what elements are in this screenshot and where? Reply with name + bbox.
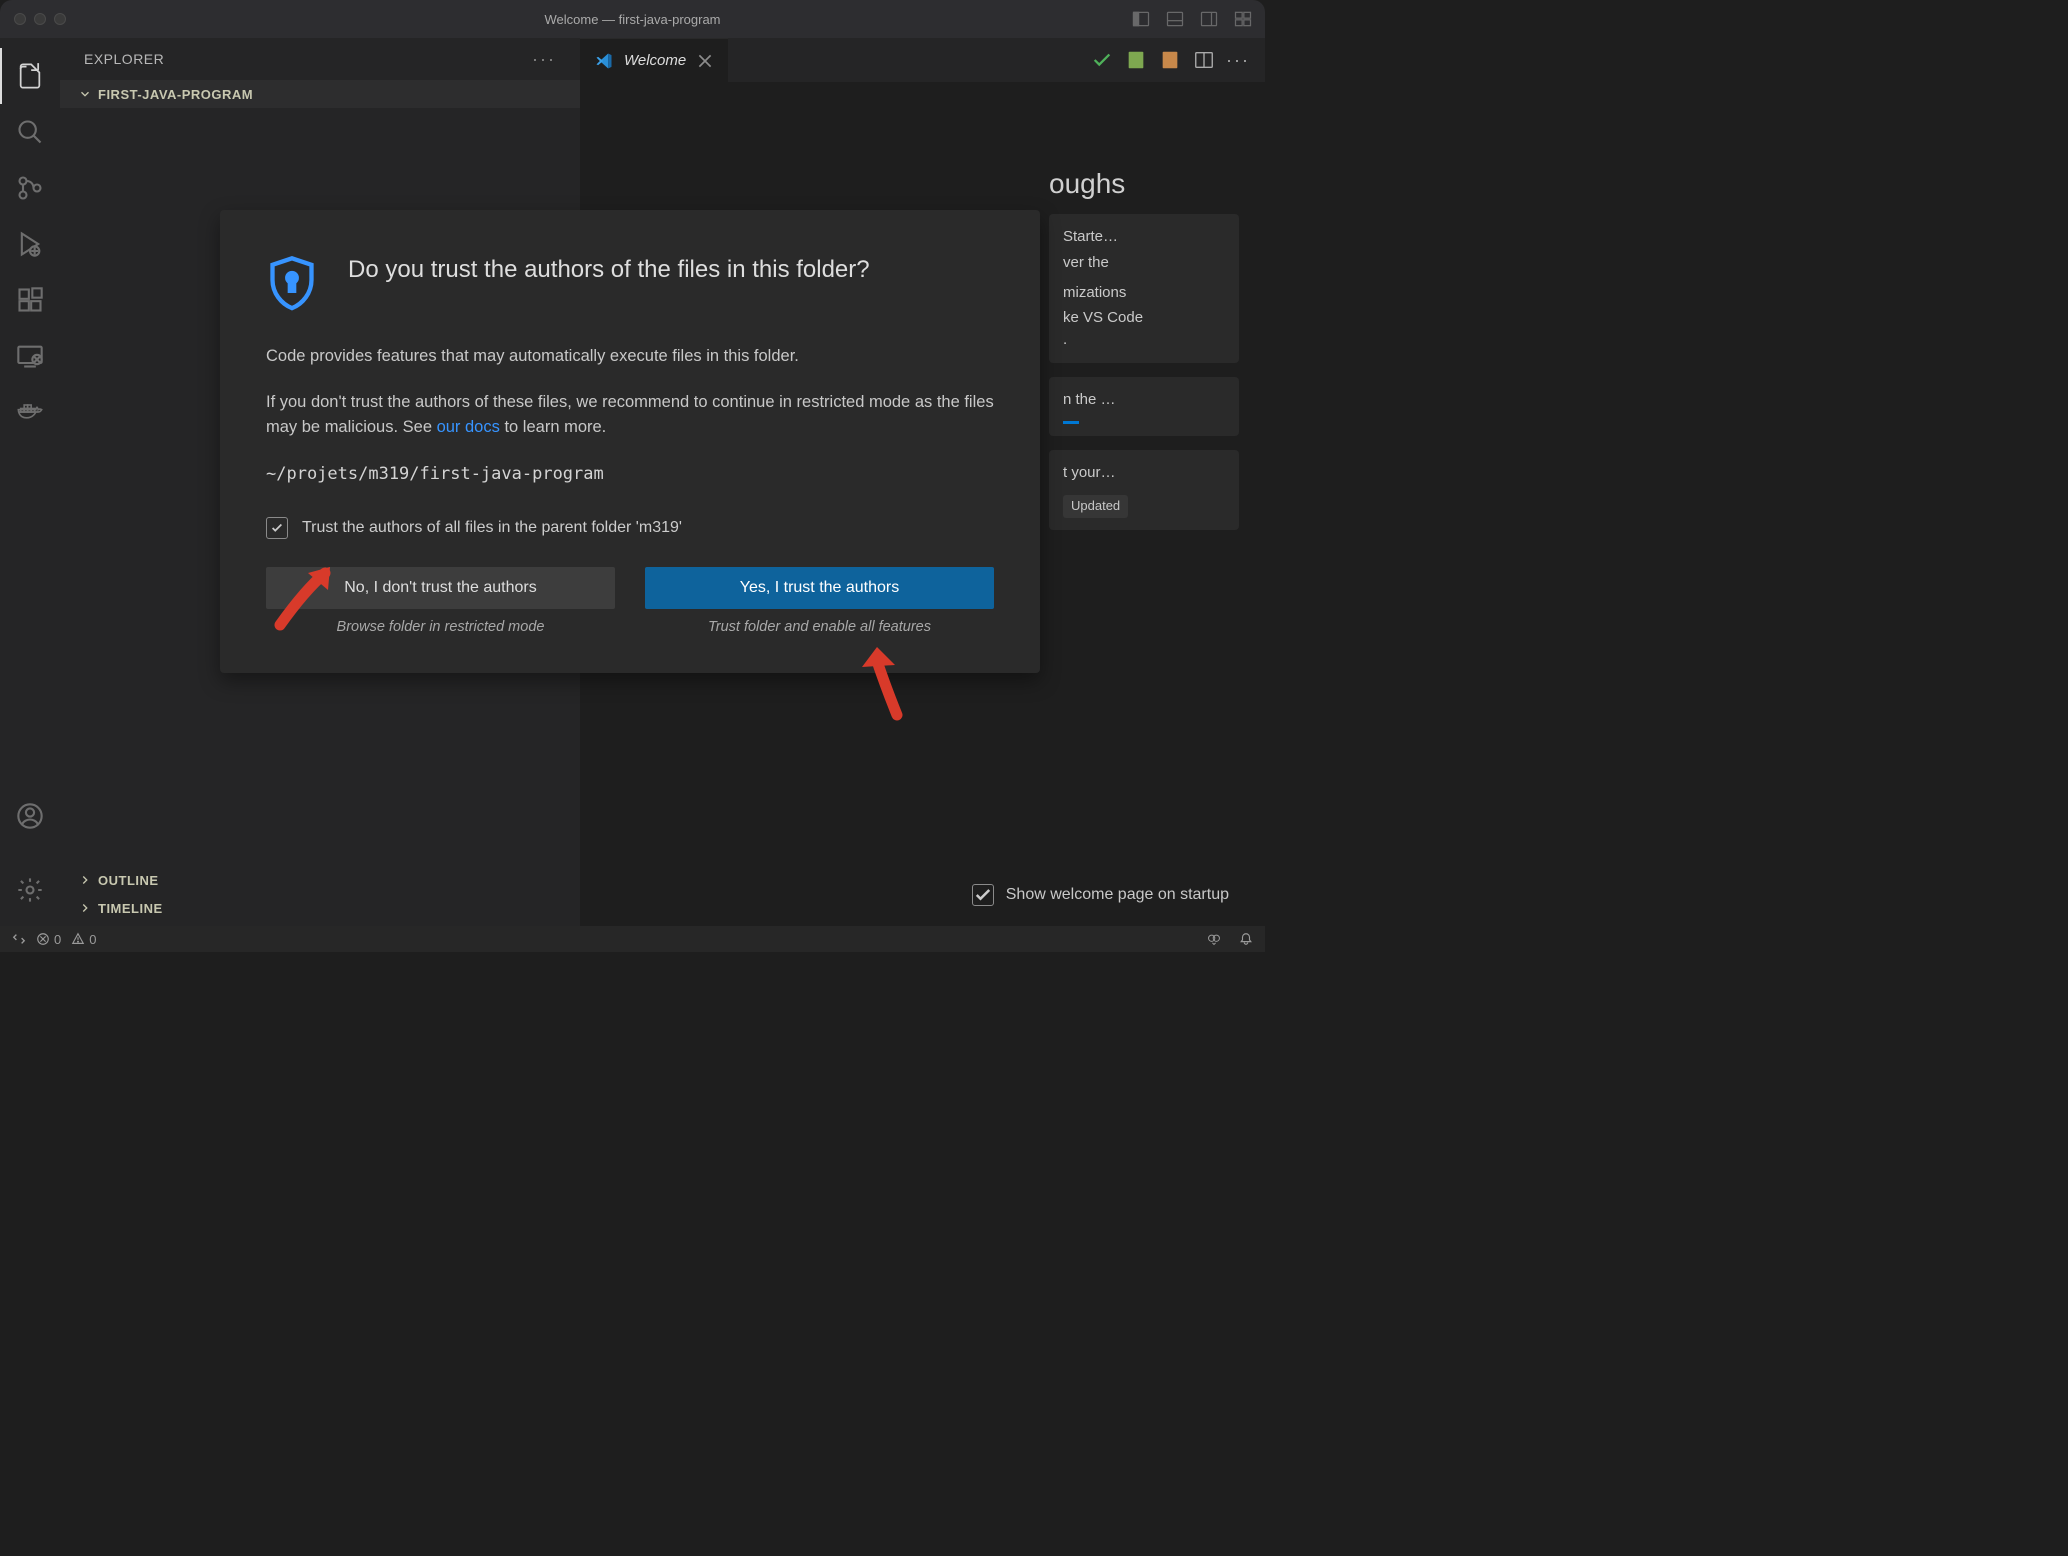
errors-indicator[interactable]: 0 [36,932,61,947]
show-welcome-startup[interactable]: Show welcome page on startup [972,884,1229,906]
outline-section[interactable]: OUTLINE [60,866,580,894]
accounts-activity[interactable] [0,788,60,844]
book-green-icon[interactable] [1125,49,1147,71]
walkthroughs-heading: oughs [1049,168,1239,200]
timeline-label: TIMELINE [98,901,163,916]
trust-parent-checkbox[interactable] [266,517,288,539]
tab-label: Welcome [624,52,686,69]
trust-parent-row[interactable]: Trust the authors of all files in the pa… [266,517,994,539]
dialog-path: ~/projets/m319/first-java-program [266,461,994,487]
layout-customize-icon[interactable] [1233,9,1253,29]
book-orange-icon[interactable] [1159,49,1181,71]
bell-icon[interactable] [1239,932,1253,946]
close-window-button[interactable] [14,13,26,25]
remote-indicator[interactable] [12,932,26,946]
explorer-more-icon[interactable]: ··· [532,49,556,70]
dialog-p1: Code provides features that may automati… [266,344,994,370]
more-icon[interactable]: ··· [1227,49,1249,71]
explorer-title: EXPLORER [84,51,164,67]
panel-left-icon[interactable] [1131,9,1151,29]
panel-bottom-icon[interactable] [1165,9,1185,29]
walkthrough-card-3[interactable]: n the … [1049,377,1239,436]
check-icon[interactable] [1091,49,1113,71]
window-title: Welcome — first-java-program [544,12,720,27]
trust-parent-label: Trust the authors of all files in the pa… [302,519,682,537]
panel-right-icon[interactable] [1199,9,1219,29]
activity-bar [0,38,60,926]
no-trust-subtitle: Browse folder in restricted mode [266,619,615,635]
folder-name: FIRST-JAVA-PROGRAM [98,87,253,102]
close-tab-icon[interactable] [696,52,714,70]
traffic-lights [0,13,66,25]
run-debug-activity[interactable] [0,216,60,272]
extensions-activity[interactable] [0,272,60,328]
yes-trust-subtitle: Trust folder and enable all features [645,619,994,635]
folder-header[interactable]: FIRST-JAVA-PROGRAM [60,80,580,108]
warnings-indicator[interactable]: 0 [71,932,96,947]
title-bar: Welcome — first-java-program [0,0,1265,38]
search-activity[interactable] [0,104,60,160]
dialog-title: Do you trust the authors of the files in… [348,256,870,284]
dialog-p2: If you don't trust the authors of these … [266,390,994,441]
outline-label: OUTLINE [98,873,159,888]
maximize-window-button[interactable] [54,13,66,25]
walkthroughs-panel: oughs Starte… ver the mizations ke VS Co… [1049,168,1239,544]
shield-icon [266,254,318,310]
trust-dialog: Do you trust the authors of the files in… [220,210,1040,673]
explorer-activity[interactable] [0,48,60,104]
walkthrough-card-4[interactable]: t your… Updated [1049,450,1239,531]
our-docs-link[interactable]: our docs [437,418,500,436]
no-trust-button[interactable]: No, I don't trust the authors [266,567,615,609]
startup-checkbox[interactable] [972,884,994,906]
settings-gear-activity[interactable] [0,862,60,918]
startup-checkbox-label: Show welcome page on startup [1006,886,1229,904]
status-bar: 0 0 [0,926,1265,952]
walkthrough-card-1[interactable]: Starte… ver the mizations ke VS Code . [1049,214,1239,363]
split-editor-icon[interactable] [1193,49,1215,71]
source-control-activity[interactable] [0,160,60,216]
yes-trust-button[interactable]: Yes, I trust the authors [645,567,994,609]
docker-activity[interactable] [0,384,60,440]
remote-explorer-activity[interactable] [0,328,60,384]
feedback-icon[interactable] [1207,932,1221,946]
vscode-icon [594,51,614,71]
welcome-tab[interactable]: Welcome [580,38,728,82]
timeline-section[interactable]: TIMELINE [60,894,580,922]
minimize-window-button[interactable] [34,13,46,25]
